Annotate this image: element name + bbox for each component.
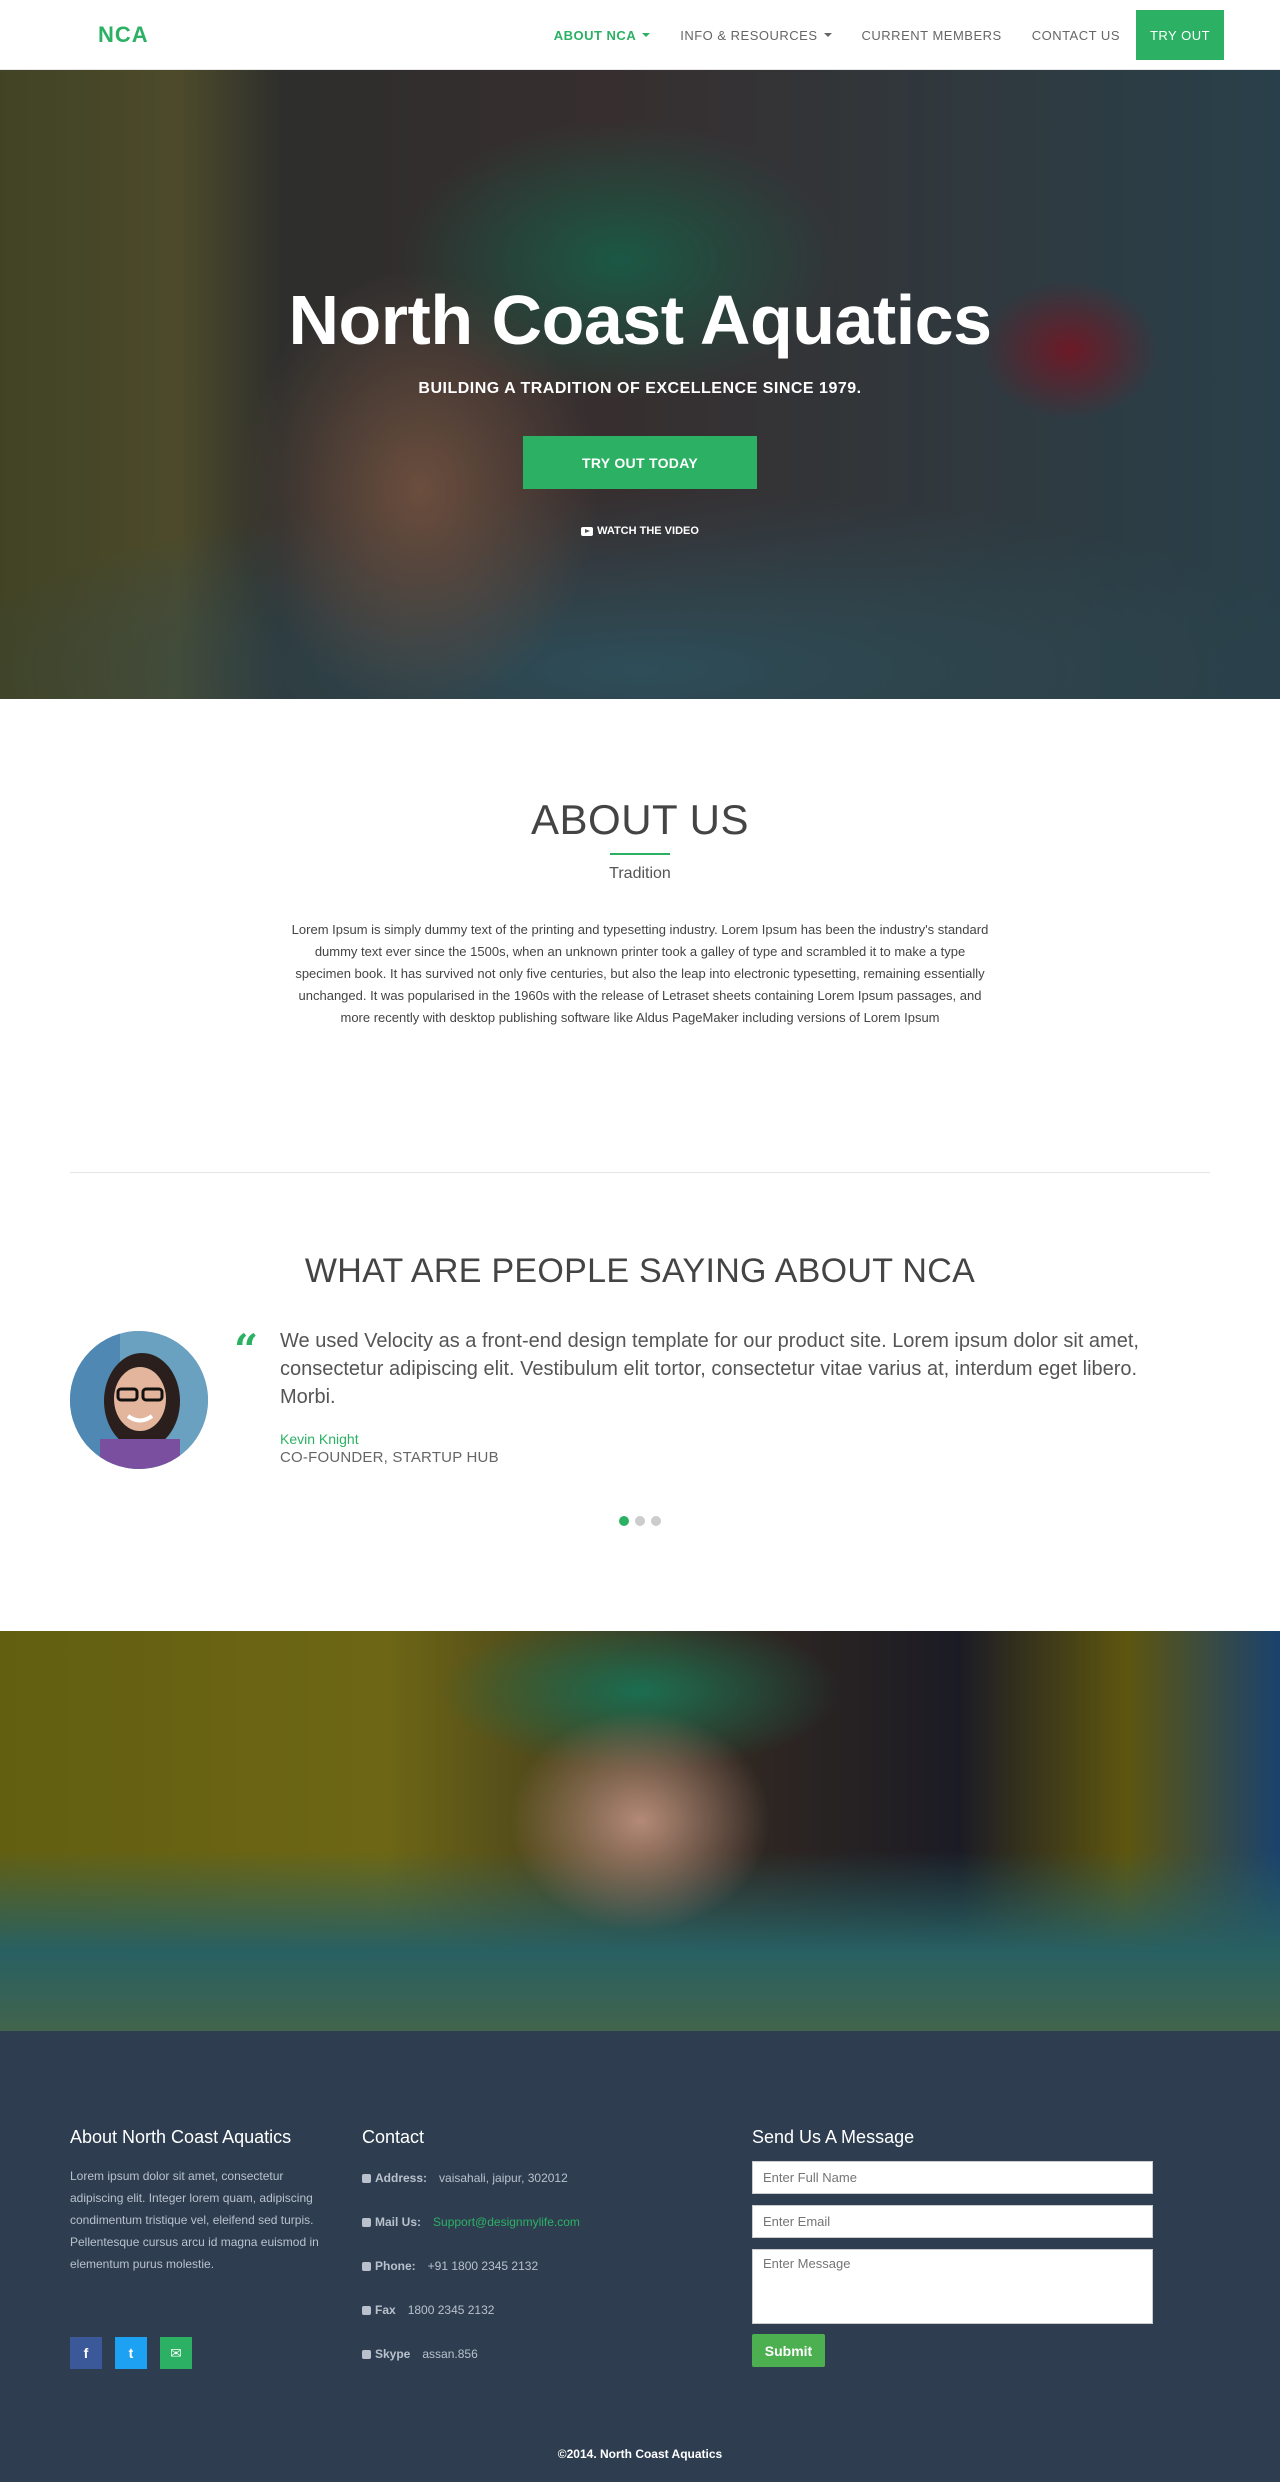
contact-value: +91 1800 2345 2132 [427, 2259, 539, 2273]
copyright: ©2014. North Coast Aquatics [557, 2447, 723, 2461]
contact-phone: Phone: +91 1800 2345 2132 [362, 2259, 580, 2303]
hero-title: North Coast Aquatics [288, 281, 992, 359]
nav-item-current-members[interactable]: CURRENT MEMBERS [862, 28, 1002, 43]
contact-label: Skype [362, 2347, 410, 2361]
about-text: Lorem Ipsum is simply dummy text of the … [291, 922, 989, 1025]
nav-item-label: ABOUT NCA [553, 27, 637, 43]
contact-mail: Mail Us: Support@designmylife.com [362, 2215, 580, 2259]
contact-label: Phone: [362, 2259, 416, 2273]
contact-email-link[interactable]: Support@designmylife.com [433, 2215, 580, 2229]
carousel-dot[interactable] [651, 1516, 661, 1526]
brand-logo[interactable]: NCA [98, 22, 149, 48]
carousel-dot[interactable] [635, 1516, 645, 1526]
nav-item-label: CONTACT US [1031, 27, 1120, 43]
carousel-dot[interactable] [619, 1516, 629, 1526]
contact-fax: Fax 1800 2345 2132 [362, 2303, 580, 2347]
title-underline [610, 853, 670, 855]
about-subtitle: Tradition [609, 865, 671, 882]
envelope-icon[interactable]: ✉ [160, 2337, 192, 2369]
caret-down-icon [642, 33, 651, 37]
try-out-today-button[interactable]: TRY OUT TODAY [523, 436, 757, 489]
contact-form: Submit [752, 2161, 1153, 2367]
avatar [70, 1331, 208, 1469]
footer: About North Coast Aquatics Lorem ipsum d… [0, 2031, 1280, 2482]
contact-value: vaisahali, jaipur, 302012 [439, 2171, 568, 2185]
submit-button[interactable]: Submit [752, 2334, 825, 2367]
contact-label-text: Fax [375, 2303, 396, 2317]
youtube-play-icon [581, 526, 594, 536]
contact-label-text: Skype [375, 2347, 411, 2361]
contact-label: Mail Us: [362, 2215, 421, 2229]
testimonials-section: WHAT ARE PEOPLE SAYING ABOUT NCA “ We us… [0, 1173, 1280, 1631]
envelope-icon [362, 2217, 371, 2227]
contact-label-text: Mail Us: [375, 2215, 422, 2229]
contact-label: Address: [362, 2171, 427, 2185]
contact-value: 1800 2345 2132 [407, 2303, 495, 2317]
nav-item-label: INFO & RESOURCES [680, 27, 818, 43]
full-name-input[interactable] [752, 2161, 1153, 2194]
photo-overlay [0, 1631, 1280, 2031]
nav-item-info-resources[interactable]: INFO & RESOURCES [680, 27, 832, 43]
facebook-icon[interactable]: f [70, 2337, 102, 2369]
footer-about-text: Lorem ipsum dolor sit amet, consectetur … [70, 2169, 319, 2271]
map-marker-icon [362, 2173, 371, 2183]
nav-item-about[interactable]: ABOUT NCA [554, 28, 651, 43]
hero-subtitle: BUILDING A TRADITION OF EXCELLENCE SINCE… [418, 380, 862, 397]
testimonial-quote: We used Velocity as a front-end design t… [280, 1330, 1139, 1408]
fax-icon [362, 2305, 371, 2315]
footer-about-title: About North Coast Aquatics [70, 2127, 292, 2147]
email-input[interactable] [752, 2205, 1153, 2238]
message-textarea[interactable] [752, 2249, 1153, 2324]
about-section: ABOUT US Tradition Lorem Ipsum is simply… [0, 699, 1280, 1172]
swimmer-photo-banner [0, 1631, 1280, 2031]
testimonials-title: WHAT ARE PEOPLE SAYING ABOUT NCA [304, 1252, 976, 1290]
about-title: ABOUT US [531, 796, 749, 843]
carousel-indicators [0, 1516, 1280, 1526]
nav-menu: ABOUT NCA INFO & RESOURCES CURRENT MEMBE… [524, 0, 1224, 70]
caret-down-icon [823, 33, 832, 37]
phone-icon [362, 2261, 371, 2271]
nav-item-contact-us[interactable]: CONTACT US [1032, 28, 1120, 43]
hero-content: North Coast Aquatics BUILDING A TRADITIO… [0, 280, 1280, 537]
avatar-image [70, 1331, 208, 1469]
watch-video-link[interactable]: WATCH THE VIDEO [0, 525, 1280, 537]
testimonial-role: CO-FOUNDER, STARTUP HUB [280, 1449, 499, 1466]
navbar: NCA ABOUT NCA INFO & RESOURCES CURRENT M… [0, 0, 1280, 70]
footer-form-title: Send Us A Message [752, 2127, 915, 2147]
try-out-nav-button[interactable]: TRY OUT [1136, 10, 1224, 60]
contact-list: Address: vaisahali, jaipur, 302012 Mail … [362, 2171, 580, 2391]
quote-left-icon: “ [234, 1325, 259, 1374]
contact-label-text: Phone: [375, 2259, 416, 2273]
watch-video-label: WATCH THE VIDEO [597, 525, 699, 537]
footer-contact-title: Contact [362, 2127, 425, 2147]
contact-skype: Skype assan.856 [362, 2347, 580, 2391]
contact-address: Address: vaisahali, jaipur, 302012 [362, 2171, 580, 2215]
nav-item-label: CURRENT MEMBERS [861, 27, 1002, 43]
testimonial-slide: “ We used Velocity as a front-end design… [0, 1327, 1280, 1487]
contact-label-text: Address: [375, 2171, 428, 2185]
contact-label: Fax [362, 2303, 396, 2317]
testimonial-author: Kevin Knight [280, 1431, 359, 1447]
skype-icon [362, 2349, 371, 2359]
twitter-icon[interactable]: t [115, 2337, 147, 2369]
hero-section: North Coast Aquatics BUILDING A TRADITIO… [0, 70, 1280, 699]
social-links: f t ✉ [70, 2337, 192, 2369]
contact-value: assan.856 [422, 2347, 478, 2361]
